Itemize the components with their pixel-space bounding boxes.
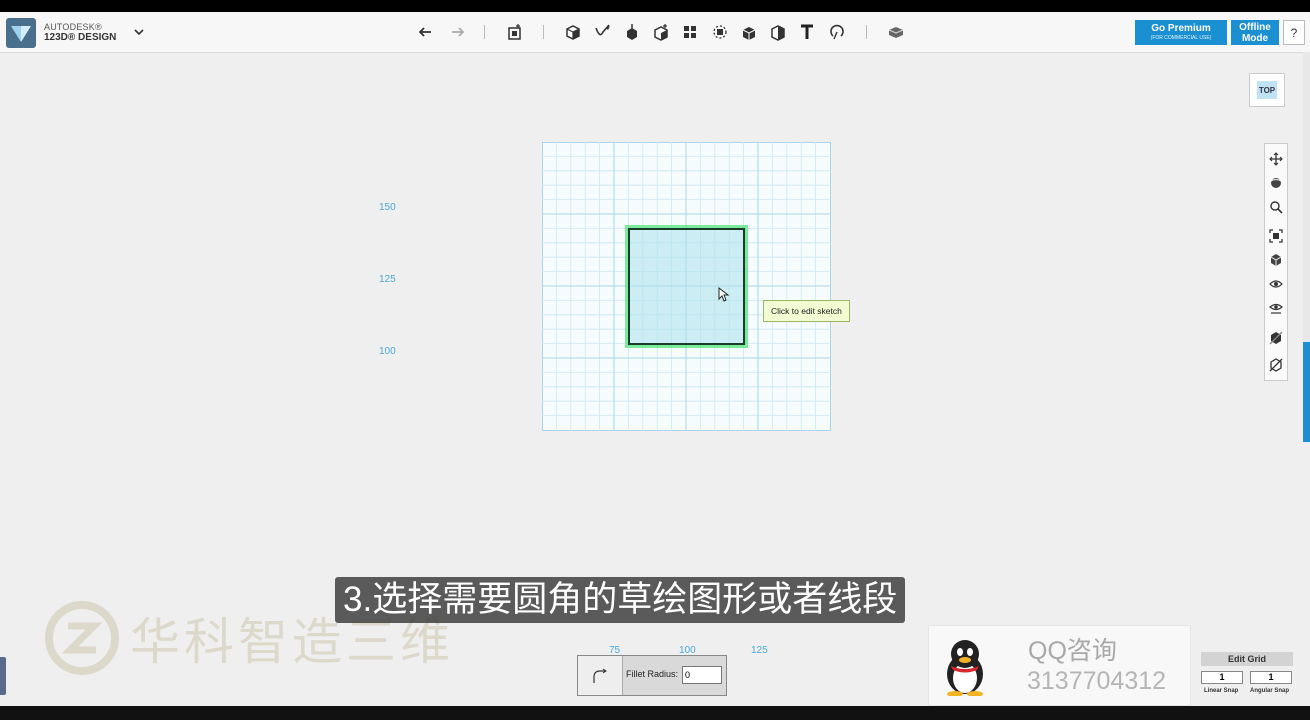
premium-subtitle: (FOR COMMERCIAL USE) — [1150, 35, 1212, 41]
qq-title: QQ咨询 — [1028, 637, 1117, 665]
y-axis-label: 125 — [379, 274, 396, 285]
construct-icon[interactable] — [622, 22, 642, 42]
visibility-icon[interactable] — [1268, 276, 1284, 292]
orbit-icon[interactable] — [1268, 175, 1284, 191]
toolbar-divider — [543, 25, 544, 39]
linear-snap-label: Linear Snap — [1204, 688, 1239, 694]
chevron-down-icon[interactable] — [133, 27, 145, 37]
edit-grid-button[interactable]: Edit Grid — [1201, 652, 1293, 666]
left-panel-handle[interactable] — [0, 657, 6, 695]
app-window: AUTODESK® 123D® DESIGN Go Premium (FOR C… — [0, 12, 1310, 706]
snap-icon[interactable] — [827, 22, 847, 42]
qq-contact-panel: QQ咨询 3137704312 — [928, 625, 1191, 706]
outline-icon[interactable] — [1268, 357, 1284, 373]
right-panel-track — [1303, 52, 1310, 342]
video-subtitle: 3.选择需要圆角的草绘图形或者线段 — [335, 577, 906, 623]
redo-icon[interactable] — [446, 22, 466, 42]
material-icon[interactable] — [886, 22, 906, 42]
angular-snap-input[interactable]: 1 — [1250, 671, 1292, 684]
offline-mode-button[interactable]: Offline Mode — [1231, 20, 1279, 45]
linear-snap-input[interactable]: 1 — [1201, 671, 1243, 684]
bottom-letterbox — [0, 706, 1310, 720]
fit-icon[interactable] — [1268, 228, 1284, 244]
edit-sketch-tooltip: Click to edit sketch — [763, 300, 850, 322]
primitives-icon[interactable] — [563, 22, 583, 42]
modify-icon[interactable] — [651, 22, 671, 42]
offline-line2: Mode — [1241, 32, 1269, 44]
material-shading-icon[interactable] — [1268, 330, 1284, 346]
top-letterbox — [0, 0, 1310, 12]
help-button[interactable]: ? — [1283, 20, 1305, 45]
brand-product: 123D® DESIGN — [44, 32, 117, 43]
view-cube-icon[interactable] — [1268, 252, 1284, 268]
text-icon[interactable] — [797, 22, 817, 42]
undo-icon[interactable] — [417, 22, 437, 42]
combine-icon[interactable] — [739, 22, 759, 42]
toolbar-divider — [484, 25, 485, 39]
y-axis-label: 150 — [379, 202, 396, 213]
main-toolbar: AUTODESK® 123D® DESIGN Go Premium (FOR C… — [0, 12, 1310, 53]
pan-icon[interactable] — [1268, 151, 1284, 167]
hide-icon[interactable] — [1268, 300, 1284, 316]
zoom-icon[interactable] — [1268, 199, 1284, 215]
view-cube[interactable]: TOP — [1249, 73, 1285, 107]
offline-line1: Offline — [1239, 21, 1271, 33]
sketch-icon[interactable] — [593, 22, 613, 42]
toolbar-divider — [866, 25, 867, 39]
right-panel-toggle[interactable] — [1303, 342, 1310, 442]
measure-icon[interactable] — [768, 22, 788, 42]
mouse-cursor-icon — [718, 287, 730, 302]
fillet-icon — [593, 668, 607, 683]
grouping-icon[interactable] — [710, 22, 730, 42]
fillet-panel: Fillet Radius: — [577, 655, 727, 696]
brand-autodesk: AUTODESK® — [44, 22, 102, 32]
y-axis-label: 100 — [379, 346, 396, 357]
premium-title: Go Premium — [1151, 23, 1211, 34]
navigation-bar — [1264, 143, 1288, 381]
qq-number: 3137704312 — [1027, 667, 1167, 695]
fillet-radius-label: Fillet Radius: — [626, 669, 679, 679]
fillet-tool-button[interactable] — [578, 656, 623, 695]
angular-snap-label: Angular Snap — [1250, 688, 1290, 694]
pattern-icon[interactable] — [680, 22, 700, 42]
qq-penguin-icon — [947, 640, 983, 696]
fillet-radius-input[interactable] — [682, 666, 722, 684]
app-logo-icon[interactable] — [6, 18, 36, 48]
watermark-logo-icon — [45, 601, 119, 675]
view-cube-face[interactable]: TOP — [1257, 81, 1277, 99]
go-premium-button[interactable]: Go Premium (FOR COMMERCIAL USE) — [1135, 20, 1227, 45]
x-axis-label: 125 — [751, 645, 768, 656]
transform-icon[interactable] — [505, 22, 525, 42]
